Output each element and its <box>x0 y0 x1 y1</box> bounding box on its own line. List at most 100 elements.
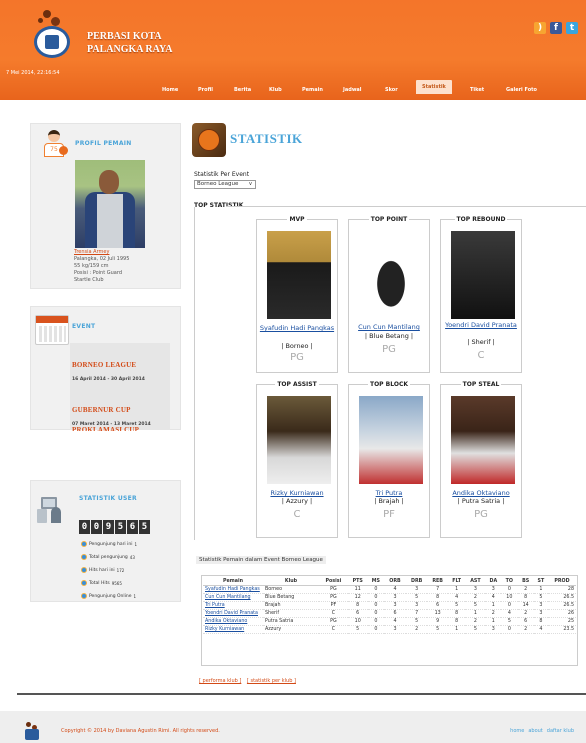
event-select[interactable]: Borneo League v <box>194 180 256 189</box>
stat-row: Pengunjung hari ini 1 <box>81 541 137 547</box>
col-header: ORB <box>384 578 406 586</box>
visitor-icon <box>81 554 87 560</box>
nav-berita[interactable]: Berita <box>234 87 251 93</box>
player-position: PG <box>474 509 488 520</box>
player-photo[interactable] <box>359 231 423 319</box>
stat-cell: 5 <box>465 601 486 610</box>
player-name-link[interactable]: Andika Oktaviano <box>203 617 263 626</box>
player-name-link[interactable]: Rizky Kurniawan <box>203 625 263 634</box>
nav-home[interactable]: Home <box>162 87 178 93</box>
fieldset-border <box>194 207 195 540</box>
player-club: | Blue Betang | <box>364 332 414 340</box>
event-item-borneo-league[interactable]: BORNEO LEAGUE <box>72 361 136 369</box>
player-name-link[interactable]: Rizky Kurniawan <box>257 489 337 497</box>
nav-tiket[interactable]: Tiket <box>470 87 484 93</box>
col-header: PTS <box>347 578 368 586</box>
stat-row: Total pengunjung 43 <box>81 554 135 560</box>
performa-klub-link[interactable]: [ performa klub ] <box>199 678 241 684</box>
player-photo[interactable] <box>267 396 331 484</box>
player-name-link[interactable]: Syafudin Hadi Pangkas <box>203 585 263 594</box>
event-card: EVENT BORNEO LEAGUE 16 April 2014 - 30 A… <box>30 306 181 431</box>
calendar-icon <box>35 315 69 345</box>
col-header: TO <box>501 578 518 586</box>
table-header-row: Pemain Klub Posisi PTS MS ORB DRB REB FL… <box>203 578 576 586</box>
stat-cell: 0 <box>367 609 385 618</box>
player-photo[interactable] <box>451 231 515 319</box>
stat-cell: 5 <box>465 625 486 634</box>
stat-cell: PF <box>319 601 348 610</box>
statistik-per-klub-link[interactable]: [ statistik per klub ] <box>247 678 296 684</box>
footer-logo-icon[interactable] <box>24 722 42 740</box>
stat-cell: 9 <box>427 617 448 626</box>
player-name-link[interactable]: Tri Putra <box>349 489 429 497</box>
table-row: Syafudin Hadi Pangkas Borneo PG 11 0 4 3 7 1 3 3 0 2… <box>203 585 576 594</box>
player-born: Palangka, 02 Juli 1995 <box>74 256 130 262</box>
player-name-link[interactable]: Tri Putra <box>203 601 263 610</box>
logo-ball <box>51 17 60 26</box>
site-title[interactable]: PERBASI KOTA PALANGKA RAYA <box>87 30 172 56</box>
player-name-link[interactable]: Yoendri David Pranata <box>203 609 263 618</box>
profile-title: PROFIL PEMAIN <box>75 140 132 147</box>
stat-cell: 2 <box>405 625 428 634</box>
counter-digit: 6 <box>127 520 138 534</box>
bottom-links: [ performa klub ] [ statistik per klub ] <box>199 678 300 684</box>
footer-home-link[interactable]: home <box>510 728 524 734</box>
col-header: AST <box>465 578 486 586</box>
event-item-proklamasi-cup[interactable]: PROKLAMASI CUP <box>72 426 139 431</box>
player-name-link[interactable]: Syafudin Hadi Pangkas <box>257 324 337 332</box>
nav-pemain[interactable]: Pemain <box>302 87 323 93</box>
col-header: DRB <box>405 578 428 586</box>
player-name-link[interactable]: Cun Cun Mantilang <box>203 593 263 602</box>
rss-icon[interactable]: ) <box>534 22 546 34</box>
stat-cell: 6 <box>517 617 534 626</box>
stat-cell: 28 <box>547 585 576 594</box>
stat-cell: 0 <box>501 585 518 594</box>
visitor-icon <box>81 541 87 547</box>
perbasi-logo-icon[interactable] <box>34 26 70 58</box>
site-header: PERBASI KOTA PALANGKA RAYA 7 Mei 2014, 2… <box>0 0 586 100</box>
stat-cell: 8 <box>427 593 448 602</box>
player-name-link[interactable]: Andika Oktaviano <box>441 489 521 497</box>
logo-ball <box>43 10 51 18</box>
stat-cell: 0 <box>501 601 518 610</box>
col-header: BS <box>517 578 534 586</box>
stat-row: Hits hari ini 172 <box>81 567 124 573</box>
nav-skor[interactable]: Skor <box>385 87 398 93</box>
nav-klub[interactable]: Klub <box>269 87 282 93</box>
club-cell: Sherif <box>263 609 319 618</box>
player-name-link[interactable]: Trensia Armey <box>74 249 129 256</box>
footer-daftar-klub-link[interactable]: daftar klub <box>547 728 574 734</box>
stat-cell: 3 <box>533 609 548 618</box>
stat-cell: 3 <box>465 585 486 594</box>
nav-profil[interactable]: Profil <box>198 87 213 93</box>
page-title: STATISTIK <box>230 131 303 146</box>
stat-cell: 4 <box>501 609 518 618</box>
player-photo[interactable] <box>359 396 423 484</box>
stat-cell: 1 <box>465 609 486 618</box>
player-photo[interactable] <box>267 231 331 319</box>
stat-cell: 11 <box>347 585 368 594</box>
chevron-down-icon: v <box>249 181 252 187</box>
player-club: | Sherif | <box>467 338 495 346</box>
facebook-icon[interactable]: f <box>550 22 562 34</box>
player-photo[interactable] <box>451 396 515 484</box>
player-name-link[interactable]: Yoendri David Pranata <box>441 321 521 329</box>
player-name-link[interactable]: Cun Cun Mantilang <box>349 323 429 331</box>
col-header: ST <box>533 578 548 586</box>
player-photo[interactable] <box>75 160 145 248</box>
stat-cell: 3 <box>405 585 428 594</box>
stat-cell: 3 <box>485 585 502 594</box>
event-item-gubernur-cup[interactable]: GUBERNUR CUP <box>72 406 131 414</box>
footer-about-link[interactable]: about <box>528 728 542 734</box>
nav-galeri-foto[interactable]: Galeri Foto <box>506 87 537 93</box>
player-position: C <box>293 509 301 520</box>
counter-digit: 0 <box>79 520 90 534</box>
nav-statistik[interactable]: Statistik <box>416 80 452 94</box>
player-position: PF <box>383 509 395 520</box>
col-header: PROD <box>547 578 576 586</box>
datetime: 7 Mei 2014, 22:16:54 <box>6 70 60 76</box>
stat-cell: 5 <box>533 593 548 602</box>
nav-jadwal[interactable]: Jadwal <box>343 87 362 93</box>
twitter-icon[interactable]: t <box>566 22 578 34</box>
stat-cell: 0 <box>367 593 385 602</box>
